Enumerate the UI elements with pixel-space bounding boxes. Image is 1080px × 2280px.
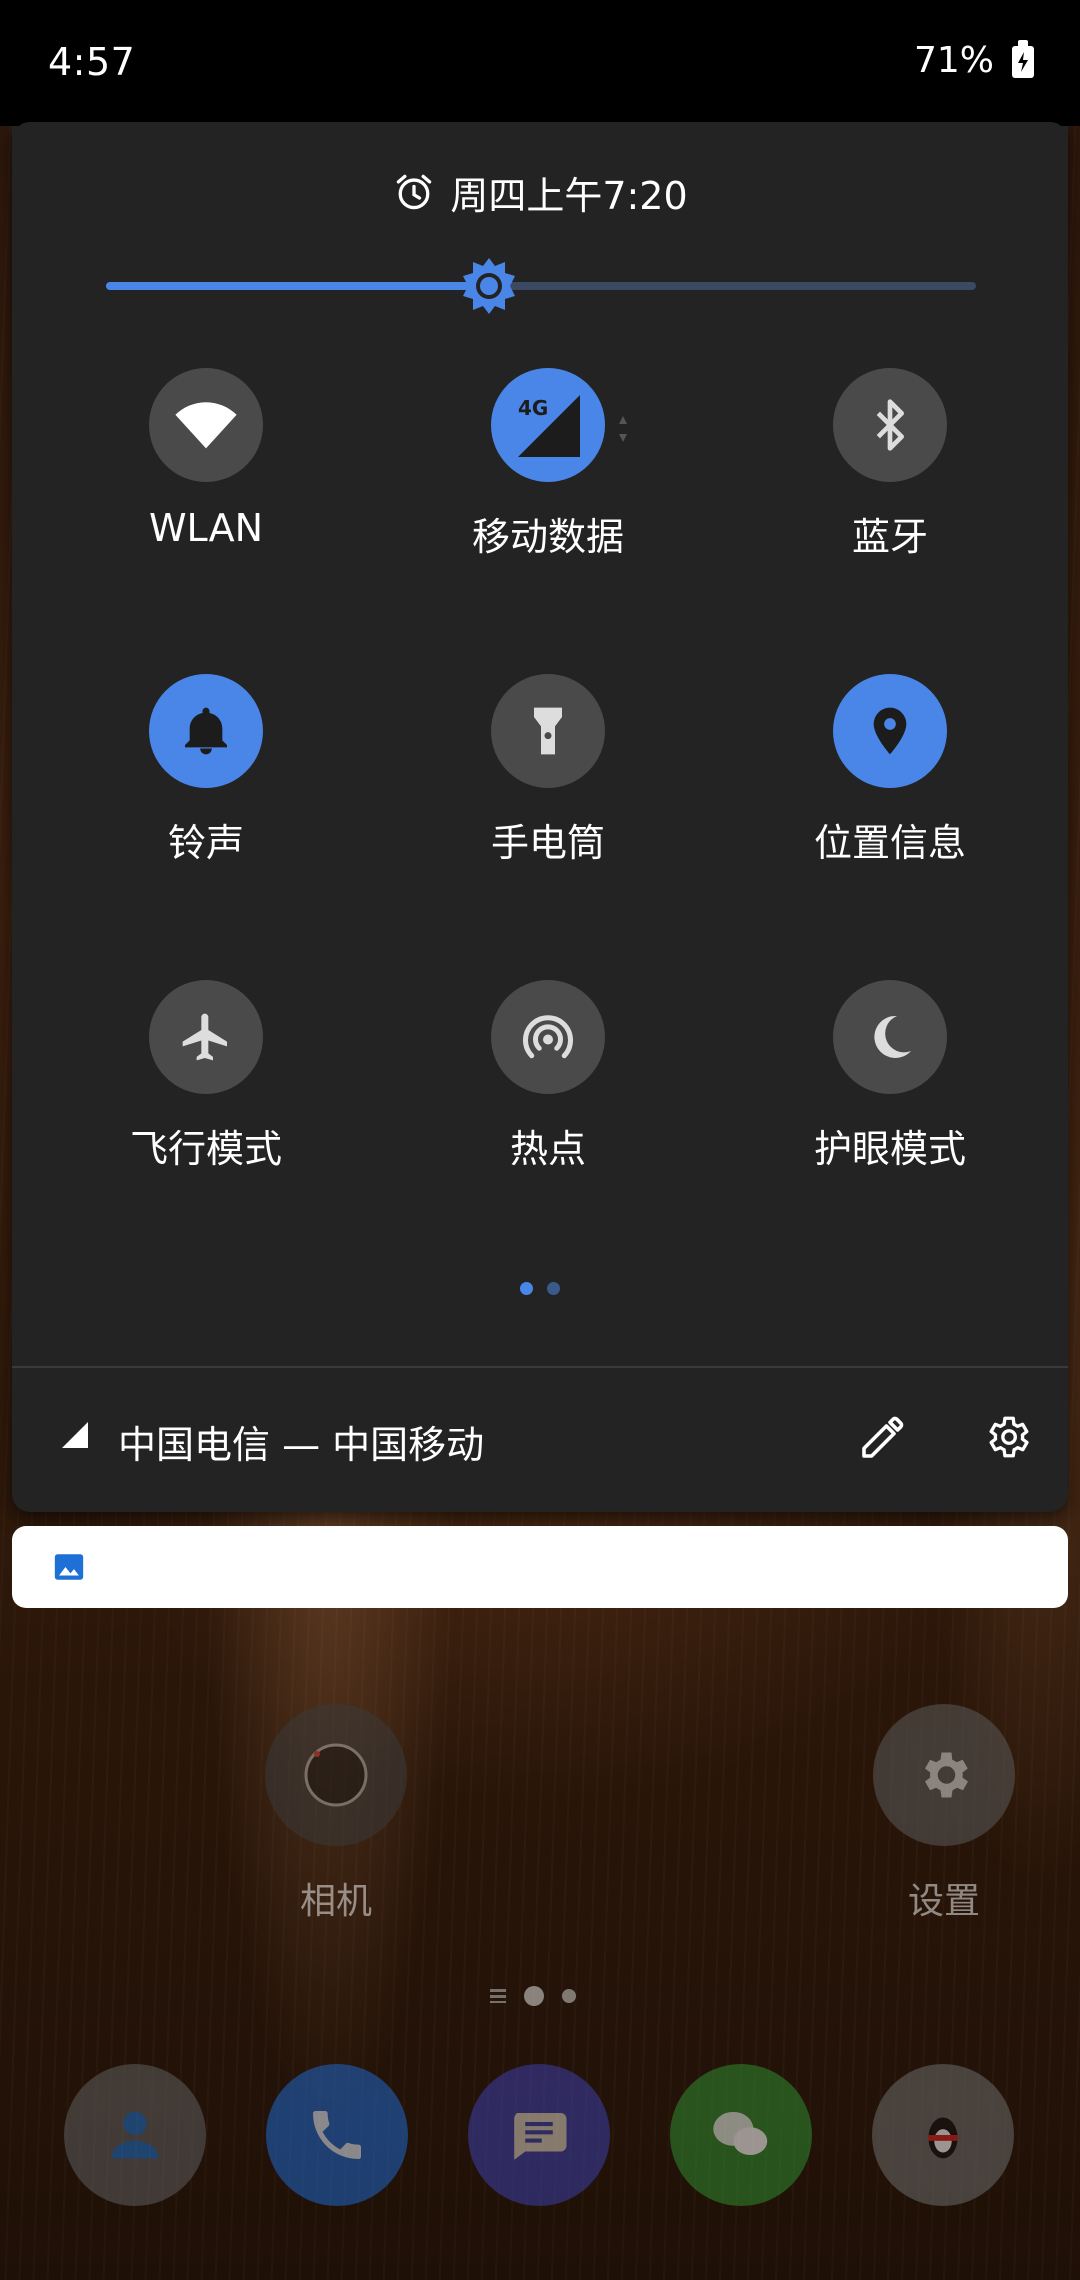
tile-label: 飞行模式: [129, 1127, 282, 1171]
alarm-time-text: 周四上午7:20: [450, 173, 688, 218]
tile-location[interactable]: 位置信息: [740, 674, 1040, 894]
bell-icon: [149, 674, 263, 788]
tile-flashlight[interactable]: 手电筒: [398, 674, 698, 894]
location-pin-icon: [833, 674, 947, 788]
image-icon: [54, 1554, 84, 1580]
tile-bluetooth[interactable]: 蓝牙: [740, 368, 1040, 588]
phone-icon[interactable]: [266, 2064, 408, 2206]
flashlight-icon: [491, 674, 605, 788]
tile-label: 移动数据: [471, 515, 624, 559]
hotspot-icon: [491, 980, 605, 1094]
app-label-camera: 相机: [299, 1881, 372, 1922]
qs-page-dot[interactable]: [547, 1282, 560, 1295]
settings-gear-icon: [873, 1704, 1015, 1846]
home-page-list-indicator: [490, 1989, 506, 2003]
brightness-slider[interactable]: [106, 256, 976, 316]
bluetooth-icon: [833, 368, 947, 482]
app-label-settings: 设置: [907, 1881, 980, 1922]
home-page-dot: [562, 1989, 576, 2003]
home-page-indicator: [490, 1986, 576, 2006]
dock: [0, 2064, 1080, 2208]
battery-charging-icon: [1012, 40, 1034, 78]
wifi-icon: [149, 368, 263, 482]
brightness-fill: [106, 282, 489, 290]
tile-label: 铃声: [167, 821, 244, 865]
data-activity-arrows-icon: [619, 416, 627, 442]
quick-settings-panel: 周四上午7:20 WLAN 4G 移动数据 蓝牙 铃声 手电筒 位置信息 飞行模…: [12, 122, 1068, 1512]
contacts-icon[interactable]: [64, 2064, 206, 2206]
home-app-camera[interactable]: 相机: [236, 1704, 436, 1924]
tile-mobile-data[interactable]: 4G 移动数据: [398, 368, 698, 588]
edit-pencil-icon[interactable]: [858, 1414, 906, 1462]
carrier-footer: 中国电信 — 中国移动: [12, 1370, 1068, 1510]
tile-label: 护眼模式: [813, 1127, 966, 1171]
tile-label: 热点: [509, 1127, 586, 1171]
tile-ringer[interactable]: 铃声: [56, 674, 356, 894]
notification-card[interactable]: [12, 1526, 1068, 1608]
tile-label: 手电筒: [490, 821, 605, 865]
home-page-dot-active: [524, 1986, 544, 2006]
moon-icon: [833, 980, 947, 1094]
home-app-settings[interactable]: 设置: [844, 1704, 1044, 1924]
tile-label: 位置信息: [813, 821, 966, 865]
tile-hotspot[interactable]: 热点: [398, 980, 698, 1200]
signal-icon: [62, 1422, 88, 1448]
carrier-name: 中国电信 — 中国移动: [118, 1423, 485, 1467]
brightness-sun-icon[interactable]: [459, 256, 519, 316]
tile-label: WLAN: [148, 506, 264, 550]
status-bar: 4:57 71%: [0, 0, 1080, 126]
qs-divider: [12, 1366, 1068, 1368]
tile-airplane-mode[interactable]: 飞行模式: [56, 980, 356, 1200]
next-alarm[interactable]: 周四上午7:20: [12, 162, 1068, 222]
tile-eye-comfort[interactable]: 护眼模式: [740, 980, 1040, 1200]
wechat-icon[interactable]: [670, 2064, 812, 2206]
qq-penguin-icon[interactable]: [872, 2064, 1014, 2206]
alarm-clock-icon: [397, 174, 432, 210]
tile-label: 蓝牙: [851, 515, 928, 559]
mobile-badge: 4G: [518, 396, 548, 420]
airplane-icon: [149, 980, 263, 1094]
messages-icon[interactable]: [468, 2064, 610, 2206]
status-time: 4:57: [48, 40, 136, 84]
qs-page-dot-active[interactable]: [520, 1282, 533, 1295]
settings-gear-icon[interactable]: [982, 1412, 1032, 1462]
mobile-data-4g-icon: 4G: [491, 368, 627, 482]
qs-page-indicator: [12, 1282, 1068, 1302]
camera-icon: [265, 1704, 407, 1846]
tile-wlan[interactable]: WLAN: [56, 368, 356, 588]
battery-percent: 71%: [913, 40, 994, 81]
